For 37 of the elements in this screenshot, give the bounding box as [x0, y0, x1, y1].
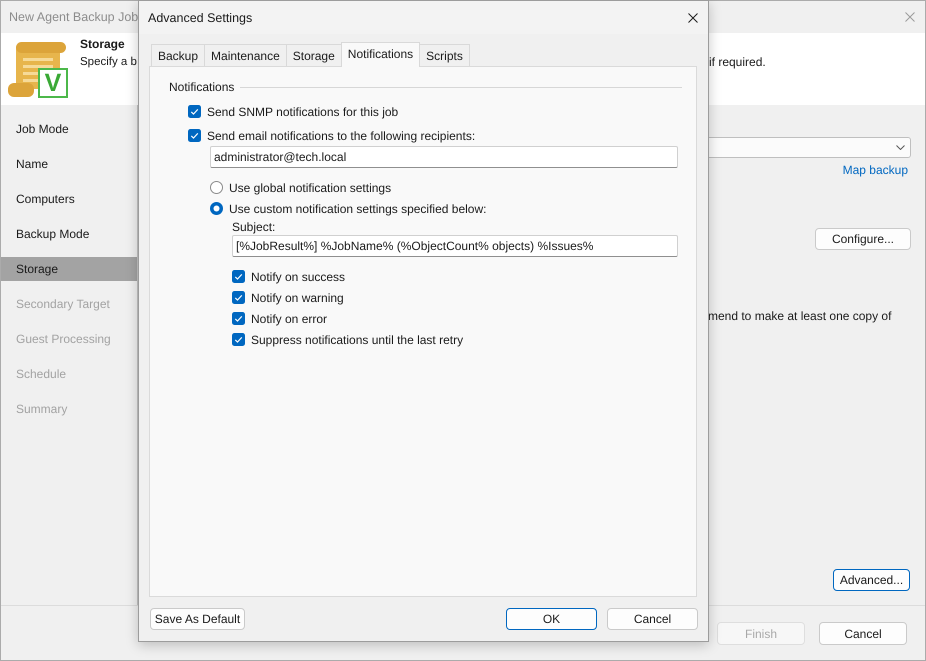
checkbox-option[interactable]: Send email notifications to the following recipients: — [188, 125, 476, 146]
dialog-button[interactable]: OK — [506, 608, 597, 630]
wizard-step[interactable]: Computers — [1, 187, 137, 211]
tab[interactable]: Scripts — [419, 44, 470, 66]
dialog-button[interactable]: Cancel — [607, 608, 698, 630]
close-icon[interactable] — [688, 12, 698, 22]
text-field[interactable]: administrator@tech.local — [210, 146, 678, 168]
wizard-step[interactable]: Storage — [1, 257, 137, 281]
page-description: if required. — [709, 55, 766, 69]
checkbox-option[interactable]: Suppress notifications until the last retry — [232, 329, 464, 350]
map-backup-link[interactable]: Map backup — [842, 163, 908, 177]
chevron-down-icon — [896, 145, 905, 150]
group-title: Notifications — [169, 80, 234, 94]
letter-badge: V — [38, 68, 68, 98]
window-title: New Agent Backup Job — [9, 10, 138, 24]
advanced-button[interactable]: Advanced... — [833, 569, 910, 591]
page-description: Specify a b — [80, 55, 137, 69]
radio-option[interactable]: Use custom notification settings specified below: — [210, 198, 486, 219]
dropdown-field[interactable] — [708, 137, 911, 158]
info-text: mend to make at least one copy of — [708, 308, 892, 324]
page-title: Storage — [80, 37, 125, 51]
field-label: Subject: — [232, 220, 276, 234]
wizard-step[interactable]: Job Mode — [1, 117, 137, 141]
checkbox-option[interactable]: Send SNMP notifications for this job — [188, 101, 398, 122]
wizard-step[interactable]: Name — [1, 152, 137, 176]
save-default-button[interactable]: Save As Default — [150, 608, 245, 630]
text-field[interactable]: [%JobResult%] %JobName% (%ObjectCount% objects) %Issues% — [232, 235, 678, 257]
checkbox-option[interactable]: Notify on warning — [232, 287, 344, 308]
wizard-button[interactable]: Cancel — [819, 622, 907, 645]
configure-button[interactable]: Configure... — [815, 228, 911, 250]
checkbox-option[interactable]: Notify on error — [232, 308, 328, 329]
dialog-title: Advanced Settings — [148, 10, 252, 24]
checkbox-option[interactable]: Notify on success — [232, 266, 346, 287]
tab[interactable]: Backup — [151, 44, 206, 66]
tab[interactable]: Notifications — [340, 42, 420, 67]
radio-option[interactable]: Use global notification settings — [210, 177, 392, 198]
wizard-step[interactable]: Backup Mode — [1, 222, 137, 246]
